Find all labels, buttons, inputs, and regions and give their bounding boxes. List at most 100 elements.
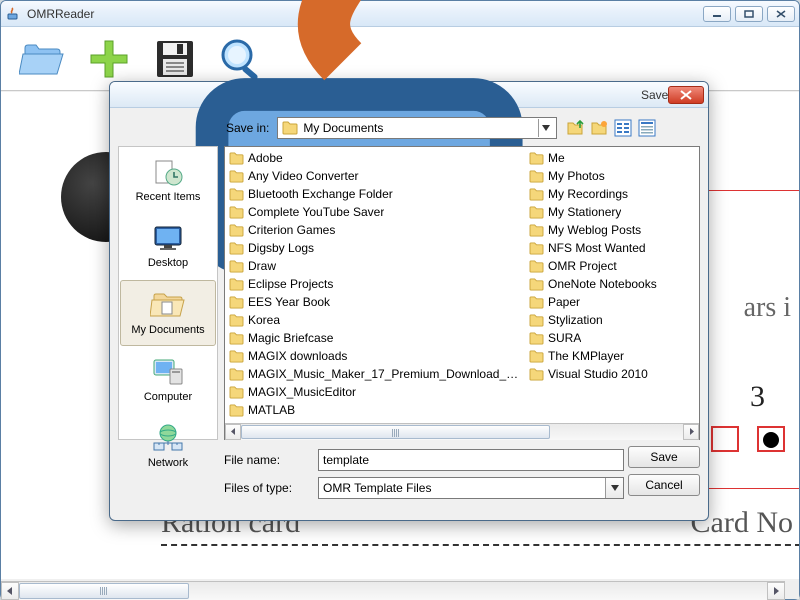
folder-icon <box>529 152 544 165</box>
open-button[interactable] <box>15 34 71 84</box>
maximize-button[interactable] <box>735 6 763 22</box>
minimize-button[interactable] <box>703 6 731 22</box>
save-button[interactable] <box>147 34 203 84</box>
save-in-combo[interactable]: My Documents <box>277 117 557 139</box>
main-window: OMRReader <box>0 0 800 600</box>
place-label: Desktop <box>148 257 188 269</box>
folder-name: EES Year Book <box>248 295 330 309</box>
folder-item[interactable]: Magic Briefcase <box>225 329 525 347</box>
folder-item[interactable]: Criterion Games <box>225 221 525 239</box>
folder-item[interactable]: Me <box>525 149 685 167</box>
place-label: My Documents <box>131 324 204 336</box>
desktop-icon <box>150 223 186 253</box>
close-button[interactable] <box>767 6 795 22</box>
scroll-right-button[interactable] <box>767 582 785 600</box>
folder-item[interactable]: Digsby Logs <box>225 239 525 257</box>
folder-icon <box>229 152 244 165</box>
scroll-track[interactable] <box>241 424 683 440</box>
dialog-close-button[interactable] <box>668 86 704 104</box>
scroll-right-button[interactable] <box>683 424 699 440</box>
folder-item[interactable]: Complete YouTube Saver <box>225 203 525 221</box>
place-label: Recent Items <box>136 191 201 203</box>
folder-item[interactable]: MAGIX_Music_Maker_17_Premium_Download_Ve… <box>225 365 525 383</box>
folder-item[interactable]: OneNote Notebooks <box>525 275 685 293</box>
file-name-input[interactable] <box>318 449 624 471</box>
list-view-button[interactable] <box>613 118 633 138</box>
folder-item[interactable]: My Photos <box>525 167 685 185</box>
folder-item[interactable]: My Stationery <box>525 203 685 221</box>
folder-item[interactable]: MAGIX downloads <box>225 347 525 365</box>
folder-item[interactable]: MAGIX_MusicEditor <box>225 383 525 401</box>
folder-item[interactable]: Korea <box>225 311 525 329</box>
dialog-title: Save <box>641 88 668 102</box>
scroll-thumb[interactable] <box>241 425 550 439</box>
up-one-level-button[interactable] <box>565 118 585 138</box>
folder-item[interactable]: Draw <box>225 257 525 275</box>
place-network[interactable]: Network <box>119 413 217 479</box>
folder-item[interactable]: My Recordings <box>525 185 685 203</box>
file-type-combo[interactable]: OMR Template Files <box>318 477 624 499</box>
scroll-left-button[interactable] <box>1 582 19 600</box>
folder-item[interactable]: OMR Project <box>525 257 685 275</box>
folder-name: My Stationery <box>548 205 621 219</box>
folder-item[interactable]: Visual Studio 2010 <box>525 365 685 383</box>
main-horizontal-scrollbar[interactable] <box>1 581 785 599</box>
folder-item[interactable]: The KMPlayer <box>525 347 685 365</box>
folder-item[interactable]: NFS Most Wanted <box>525 239 685 257</box>
folder-icon <box>229 278 244 291</box>
plus-icon <box>87 37 131 81</box>
folder-item[interactable]: Paper <box>525 293 685 311</box>
place-computer[interactable]: Computer <box>119 347 217 413</box>
folder-name: OMR Project <box>548 259 617 273</box>
titlebar: OMRReader <box>1 1 799 27</box>
folder-name: Me <box>548 151 565 165</box>
folder-name: The KMPlayer <box>548 349 624 363</box>
dialog-titlebar: Save <box>110 82 708 108</box>
place-recent-items[interactable]: Recent Items <box>119 147 217 213</box>
folder-icon <box>229 404 244 417</box>
folder-item[interactable]: My Weblog Posts <box>525 221 685 239</box>
details-icon <box>638 119 656 137</box>
scroll-left-button[interactable] <box>225 424 241 440</box>
add-button[interactable] <box>81 34 137 84</box>
folder-item[interactable]: Any Video Converter <box>225 167 525 185</box>
chevron-down-icon[interactable] <box>538 119 552 137</box>
cancel-button[interactable]: Cancel <box>628 474 700 496</box>
file-type-value: OMR Template Files <box>323 481 431 495</box>
folder-name: MAGIX_MusicEditor <box>248 385 356 399</box>
folder-icon <box>529 242 544 255</box>
folder-icon <box>529 296 544 309</box>
folder-item[interactable]: SURA <box>525 329 685 347</box>
folder-item[interactable]: Stylization <box>525 311 685 329</box>
folder-name: Eclipse Projects <box>248 277 333 291</box>
folder-item[interactable]: Bluetooth Exchange Folder <box>225 185 525 203</box>
scroll-track[interactable] <box>19 582 767 600</box>
folder-icon <box>229 332 244 345</box>
bg-dashed-line <box>161 544 799 546</box>
file-type-label: Files of type: <box>224 481 310 495</box>
place-label: Computer <box>144 391 192 403</box>
details-view-button[interactable] <box>637 118 657 138</box>
file-list-scrollbar[interactable] <box>225 423 699 439</box>
folder-icon <box>229 314 244 327</box>
folder-name: Any Video Converter <box>248 169 359 183</box>
folder-up-icon <box>566 119 584 137</box>
my-documents-icon <box>150 290 186 320</box>
bg-text: ars i <box>744 292 791 324</box>
place-my-documents[interactable]: My Documents <box>120 280 216 346</box>
search-button[interactable] <box>213 34 269 84</box>
computer-icon <box>150 357 186 387</box>
folder-item[interactable]: EES Year Book <box>225 293 525 311</box>
folder-item[interactable]: Eclipse Projects <box>225 275 525 293</box>
chevron-down-icon[interactable] <box>605 478 623 498</box>
place-desktop[interactable]: Desktop <box>119 213 217 279</box>
folder-name: MAGIX_Music_Maker_17_Premium_Download_Ve… <box>248 367 521 381</box>
scroll-thumb[interactable] <box>19 583 189 599</box>
new-folder-button[interactable] <box>589 118 609 138</box>
folder-icon <box>229 206 244 219</box>
folder-item[interactable]: MATLAB <box>225 401 525 419</box>
save-confirm-button[interactable]: Save <box>628 446 700 468</box>
folder-name: MAGIX downloads <box>248 349 347 363</box>
folder-item[interactable]: Adobe <box>225 149 525 167</box>
window-title: OMRReader <box>27 7 703 21</box>
